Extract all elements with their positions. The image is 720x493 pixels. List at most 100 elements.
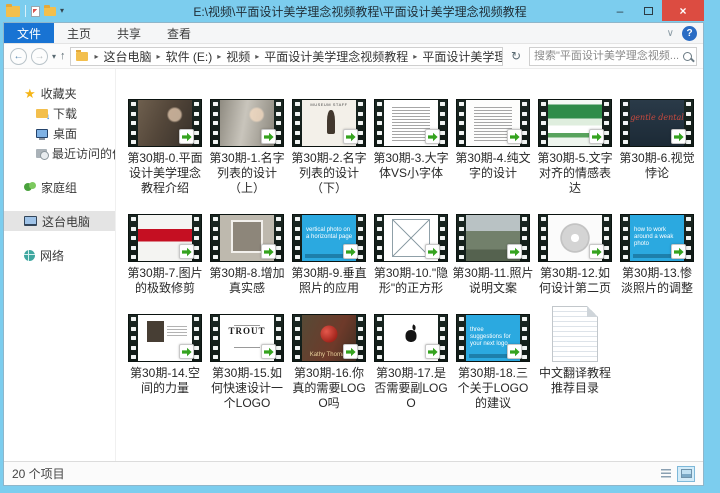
green-arrow-badge-icon: [343, 344, 358, 359]
search-icon[interactable]: [683, 52, 692, 61]
file-item[interactable]: TROUT 第30期-15.如何快速设计一个LOGO: [206, 306, 288, 411]
file-item[interactable]: 第30期-1.名字列表的设计（上）: [206, 91, 288, 196]
explorer-window: ▾ E:\视频\平面设计美学理念视频教程\平面设计美学理念视频教程 – × 文件…: [0, 0, 720, 493]
downloads-folder-icon: [36, 109, 48, 118]
file-item[interactable]: 第30期-5.文字对齐的情感表达: [534, 91, 616, 196]
file-item[interactable]: how to work around a weak photo 第30期-13.…: [616, 206, 698, 296]
ribbon-tabs: 文件 主页 共享 查看 ∨ ?: [4, 23, 703, 44]
properties-icon[interactable]: [31, 6, 40, 17]
file-label: 第30期-3.大字体VS小字体: [370, 151, 452, 181]
tab-file[interactable]: 文件: [4, 23, 54, 43]
address-bar: ← → ▾ ↑ ▸ 这台电脑 ▸ 软件 (E:) ▸ 视频 ▸ 平面设计美学理念…: [4, 44, 703, 69]
thumbnail-box: [210, 91, 284, 149]
details-view-button[interactable]: [657, 466, 675, 482]
file-label: 第30期-13.惨淡照片的调整: [616, 266, 698, 296]
thumbnail-view-button[interactable]: [677, 466, 695, 482]
maximize-button[interactable]: [634, 0, 662, 21]
video-thumbnail: [538, 99, 612, 147]
breadcrumb-drive[interactable]: 软件 (E:): [164, 48, 215, 65]
up-button[interactable]: ↑: [60, 50, 66, 62]
main-area: ★ 收藏夹 下载 桌面 最近访问的位置 家庭组: [4, 69, 703, 461]
green-arrow-badge-icon: [261, 129, 276, 144]
sidebar-item-recent-places[interactable]: 最近访问的位置: [4, 143, 115, 163]
file-item[interactable]: 第30期-14.空间的力量: [124, 306, 206, 411]
file-item[interactable]: 第30期-12.如何设计第二页: [534, 206, 616, 296]
back-button[interactable]: ←: [10, 48, 27, 65]
sidebar-item-label: 家庭组: [41, 179, 77, 196]
thumbnail-box: gentle dental: [620, 91, 694, 149]
thumbnail-box: vertical photo on a horizontal page: [292, 206, 366, 264]
file-item[interactable]: 第30期-3.大字体VS小字体: [370, 91, 452, 196]
file-item[interactable]: 第30期-7.图片的极致修剪: [124, 206, 206, 296]
video-thumbnail: [456, 99, 530, 147]
green-arrow-badge-icon: [671, 129, 686, 144]
file-label: 第30期-17.是否需要副LOGO: [370, 366, 452, 411]
green-arrow-badge-icon: [343, 129, 358, 144]
file-item[interactable]: MUSEUM STAFF 第30期-2.名字列表的设计（下）: [288, 91, 370, 196]
filmstrip-left: [375, 315, 384, 361]
filmstrip-left: [539, 100, 548, 146]
breadcrumb-folder[interactable]: 平面设计美学理念视频教程: [262, 48, 410, 65]
address-box[interactable]: ▸ 这台电脑 ▸ 软件 (E:) ▸ 视频 ▸ 平面设计美学理念视频教程 ▸ 平…: [70, 47, 503, 66]
filmstrip-left: [293, 100, 302, 146]
file-item[interactable]: 中文翻译教程推荐目录: [534, 306, 616, 411]
tab-home[interactable]: 主页: [54, 23, 104, 43]
file-label: 第30期-18.三个关于LOGO的建议: [452, 366, 534, 411]
file-item[interactable]: 第30期-4.纯文字的设计: [452, 91, 534, 196]
video-thumbnail: vertical photo on a horizontal page: [292, 214, 366, 262]
tab-share[interactable]: 共享: [104, 23, 154, 43]
file-item[interactable]: three suggestions for your next logo 第30…: [452, 306, 534, 411]
breadcrumb-this-pc[interactable]: 这台电脑: [102, 48, 154, 65]
file-item[interactable]: 第30期-11.照片说明文案: [452, 206, 534, 296]
recent-locations-dropdown-icon[interactable]: ▾: [52, 52, 56, 61]
sidebar-item-favorites[interactable]: ★ 收藏夹: [4, 83, 115, 103]
green-arrow-badge-icon: [507, 129, 522, 144]
file-label: 第30期-9.垂直照片的应用: [288, 266, 370, 296]
collapse-ribbon-icon[interactable]: ∨: [667, 28, 674, 39]
file-item[interactable]: gentle dental 第30期-6.视觉悖论: [616, 91, 698, 196]
refresh-icon[interactable]: ↻: [507, 49, 525, 63]
file-label: 第30期-16.你真的需要LOGO吗: [288, 366, 370, 411]
file-item[interactable]: Kathy Thomas 第30期-16.你真的需要LOGO吗: [288, 306, 370, 411]
video-thumbnail: [128, 314, 202, 362]
filmstrip-left: [129, 315, 138, 361]
new-folder-icon[interactable]: [44, 7, 56, 16]
sidebar-item-label: 最近访问的位置: [52, 145, 116, 162]
thumbnail-box: [538, 91, 612, 149]
file-list-pane: 第30期-0.平面设计美学理念教程介绍 第30期-1.名字列表的设计（上）: [116, 69, 703, 461]
qat-dropdown-icon[interactable]: ▾: [60, 7, 64, 15]
sidebar-item-homegroup[interactable]: 家庭组: [4, 177, 115, 197]
video-thumbnail: [128, 214, 202, 262]
filmstrip-left: [621, 215, 630, 261]
sidebar-item-label: 网络: [40, 247, 64, 264]
file-item[interactable]: vertical photo on a horizontal page 第30期…: [288, 206, 370, 296]
green-arrow-badge-icon: [425, 129, 440, 144]
thumbnail-box: MUSEUM STAFF: [292, 91, 366, 149]
thumbnail-box: [374, 206, 448, 264]
file-item[interactable]: 第30期-0.平面设计美学理念教程介绍: [124, 91, 206, 196]
window-controls: – ×: [606, 0, 704, 21]
green-arrow-badge-icon: [671, 244, 686, 259]
window-frame: 文件 主页 共享 查看 ∨ ? ← → ▾ ↑ ▸ 这台电脑 ▸ 软件 (E:)…: [3, 22, 704, 486]
desktop-icon: [36, 129, 48, 138]
file-label: 第30期-4.纯文字的设计: [452, 151, 534, 181]
breadcrumb-separator-icon: ▸: [214, 52, 224, 61]
search-input[interactable]: [534, 50, 683, 62]
file-item[interactable]: 第30期-17.是否需要副LOGO: [370, 306, 452, 411]
sidebar-item-this-pc[interactable]: 这台电脑: [4, 211, 115, 231]
sidebar-item-downloads[interactable]: 下载: [4, 103, 115, 123]
breadcrumb-videos[interactable]: 视频: [224, 48, 252, 65]
file-item[interactable]: 第30期-10."隐形"的正方形: [370, 206, 452, 296]
minimize-button[interactable]: –: [606, 0, 634, 21]
green-arrow-badge-icon: [179, 129, 194, 144]
sidebar-item-network[interactable]: 网络: [4, 245, 115, 265]
sidebar-item-desktop[interactable]: 桌面: [4, 123, 115, 143]
video-thumbnail: MUSEUM STAFF: [292, 99, 366, 147]
forward-button[interactable]: →: [31, 48, 48, 65]
tab-view[interactable]: 查看: [154, 23, 204, 43]
breadcrumb-current-folder[interactable]: 平面设计美学理念视频教程: [420, 48, 503, 65]
green-arrow-badge-icon: [261, 244, 276, 259]
file-item[interactable]: 第30期-8.增加真实感: [206, 206, 288, 296]
close-button[interactable]: ×: [662, 0, 704, 21]
help-icon[interactable]: ?: [682, 26, 697, 41]
